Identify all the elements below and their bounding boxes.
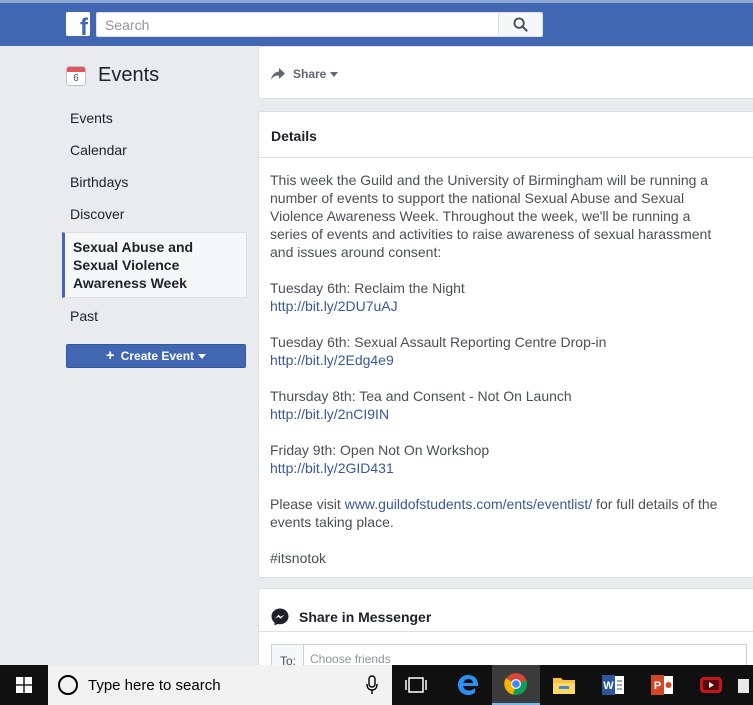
calendar-icon: 6 bbox=[66, 65, 86, 86]
details-intro: This week the Guild and the University o… bbox=[270, 172, 712, 260]
file-explorer-icon[interactable] bbox=[540, 665, 588, 705]
search-input[interactable] bbox=[96, 12, 498, 37]
messenger-icon bbox=[271, 608, 289, 625]
visit-prefix: Please visit bbox=[270, 496, 345, 512]
microphone-icon[interactable] bbox=[366, 675, 378, 695]
taskbar-overflow-icon[interactable] bbox=[735, 665, 753, 705]
caret-down-icon bbox=[198, 353, 207, 359]
start-button[interactable] bbox=[0, 665, 48, 705]
media-app-icon[interactable] bbox=[687, 665, 735, 705]
visit-paragraph: Please visit www.guildofstudents.com/ent… bbox=[270, 495, 728, 531]
event-link[interactable]: http://bit.ly/2DU7uAJ bbox=[270, 298, 398, 314]
create-event-button[interactable]: + Create Event bbox=[66, 344, 246, 368]
cortana-icon bbox=[58, 675, 78, 695]
edge-browser-icon[interactable] bbox=[444, 665, 492, 705]
event-title: Tuesday 6th: Sexual Assault Reporting Ce… bbox=[270, 334, 607, 350]
details-card: Details This week the Guild and the Univ… bbox=[258, 111, 753, 578]
share-arrow-icon bbox=[271, 68, 285, 80]
details-heading: Details bbox=[259, 112, 753, 158]
search-button[interactable] bbox=[498, 12, 543, 37]
event-title: Thursday 8th: Tea and Consent - Not On L… bbox=[270, 388, 572, 404]
event-title: Tuesday 6th: Reclaim the Night bbox=[270, 280, 465, 296]
guild-eventlist-link[interactable]: www.guildofstudents.com/ents/eventlist/ bbox=[345, 496, 592, 512]
sidebar-title: Events bbox=[98, 64, 160, 86]
top-bar: f bbox=[0, 0, 753, 46]
sidebar-item-current-event[interactable]: Sexual Abuse and Sexual Violence Awarene… bbox=[62, 232, 247, 298]
messenger-heading: Share in Messenger bbox=[299, 608, 432, 625]
share-card: Share bbox=[258, 46, 753, 99]
messenger-header: Share in Messenger bbox=[259, 589, 753, 632]
windows-search-input[interactable] bbox=[88, 676, 348, 694]
task-view-icon[interactable] bbox=[392, 665, 440, 705]
windows-logo-icon bbox=[16, 677, 32, 693]
event-title: Friday 9th: Open Not On Workshop bbox=[270, 442, 490, 458]
event-entry: Tuesday 6th: Sexual Assault Reporting Ce… bbox=[270, 333, 728, 369]
event-link[interactable]: http://bit.ly/2GID431 bbox=[270, 460, 394, 476]
create-event-label: Create Event bbox=[120, 349, 195, 363]
sidebar-item-birthdays[interactable]: Birthdays bbox=[62, 166, 247, 198]
windows-taskbar: W P bbox=[0, 665, 753, 705]
share-button[interactable]: Share bbox=[271, 67, 339, 81]
word-icon[interactable]: W bbox=[589, 665, 637, 705]
event-link[interactable]: http://bit.ly/2Edg4e9 bbox=[270, 352, 394, 368]
facebook-logo-icon[interactable]: f bbox=[66, 12, 90, 36]
chrome-browser-icon[interactable] bbox=[492, 665, 540, 705]
sidebar-item-calendar[interactable]: Calendar bbox=[62, 134, 247, 166]
event-entry: Tuesday 6th: Reclaim the Night http://bi… bbox=[270, 279, 728, 315]
windows-search-box[interactable] bbox=[48, 665, 392, 705]
plus-icon: + bbox=[105, 347, 115, 364]
search-icon bbox=[513, 17, 528, 32]
event-link[interactable]: http://bit.ly/2nCI9IN bbox=[270, 406, 389, 422]
sidebar-header: 6 Events bbox=[66, 64, 159, 87]
sidebar-item-discover[interactable]: Discover bbox=[62, 198, 247, 230]
share-label: Share bbox=[293, 67, 327, 81]
details-body: This week the Guild and the University o… bbox=[259, 158, 753, 567]
svg-text:W: W bbox=[603, 680, 614, 692]
event-entry: Thursday 8th: Tea and Consent - Not On L… bbox=[270, 387, 728, 423]
hashtag: #itsnotok bbox=[270, 550, 327, 566]
sidebar-nav: Events Calendar Birthdays Discover Sexua… bbox=[62, 102, 247, 332]
sidebar-item-past[interactable]: Past bbox=[62, 300, 247, 332]
event-entry: Friday 9th: Open Not On Workshop http://… bbox=[270, 441, 728, 477]
caret-down-icon bbox=[330, 71, 339, 77]
left-sidebar: 6 Events Events Calendar Birthdays Disco… bbox=[0, 46, 258, 665]
sidebar-item-events[interactable]: Events bbox=[62, 102, 247, 134]
powerpoint-icon[interactable]: P bbox=[638, 665, 686, 705]
svg-text:P: P bbox=[654, 680, 661, 692]
